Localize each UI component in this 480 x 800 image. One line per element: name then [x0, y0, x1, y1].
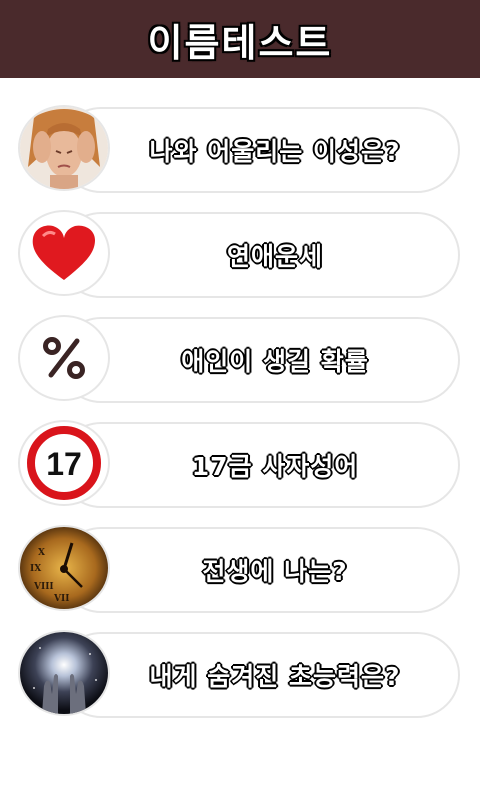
stressed-woman-photo-icon: [18, 105, 110, 191]
percent-icon: [18, 315, 110, 401]
header-bar: 이름테스트: [0, 0, 480, 78]
menu-item-label: 연애운세: [226, 242, 323, 271]
menu-item-ideal-partner[interactable]: 나와 어울리는 이성은?: [18, 105, 462, 195]
svg-text:VII: VII: [53, 594, 69, 604]
menu-item-label: 내게 숨겨진 초능력은?: [149, 662, 401, 691]
menu-item-label: 나와 어울리는 이성은?: [149, 137, 401, 166]
old-clock-icon: X IX VIII VII: [18, 525, 110, 611]
svg-text:VIII: VIII: [33, 582, 54, 592]
menu-item-past-life[interactable]: X IX VIII VII 전생에 나는?: [18, 525, 462, 615]
heart-icon: [18, 210, 110, 296]
menu-item-label: 애인이 생길 확률: [181, 347, 369, 376]
app-title: 이름테스트: [147, 20, 333, 65]
magic-hands-galaxy-icon: [18, 630, 110, 716]
menu-item-label: 17금 사자성어: [191, 452, 359, 481]
menu-item-label: 전생에 나는?: [202, 557, 348, 586]
menu-item-love-fortune[interactable]: 연애운세: [18, 210, 462, 300]
menu-item-17-idioms[interactable]: 17 17금 사자성어: [18, 420, 462, 510]
menu-item-hidden-power[interactable]: 내게 숨겨진 초능력은?: [18, 630, 462, 720]
age-17-label: 17: [46, 446, 82, 482]
svg-text:IX: IX: [30, 564, 41, 574]
svg-text:X: X: [38, 548, 45, 558]
menu-item-lover-probability[interactable]: 애인이 생길 확률: [18, 315, 462, 405]
age-17-sign-icon: 17: [18, 420, 110, 506]
